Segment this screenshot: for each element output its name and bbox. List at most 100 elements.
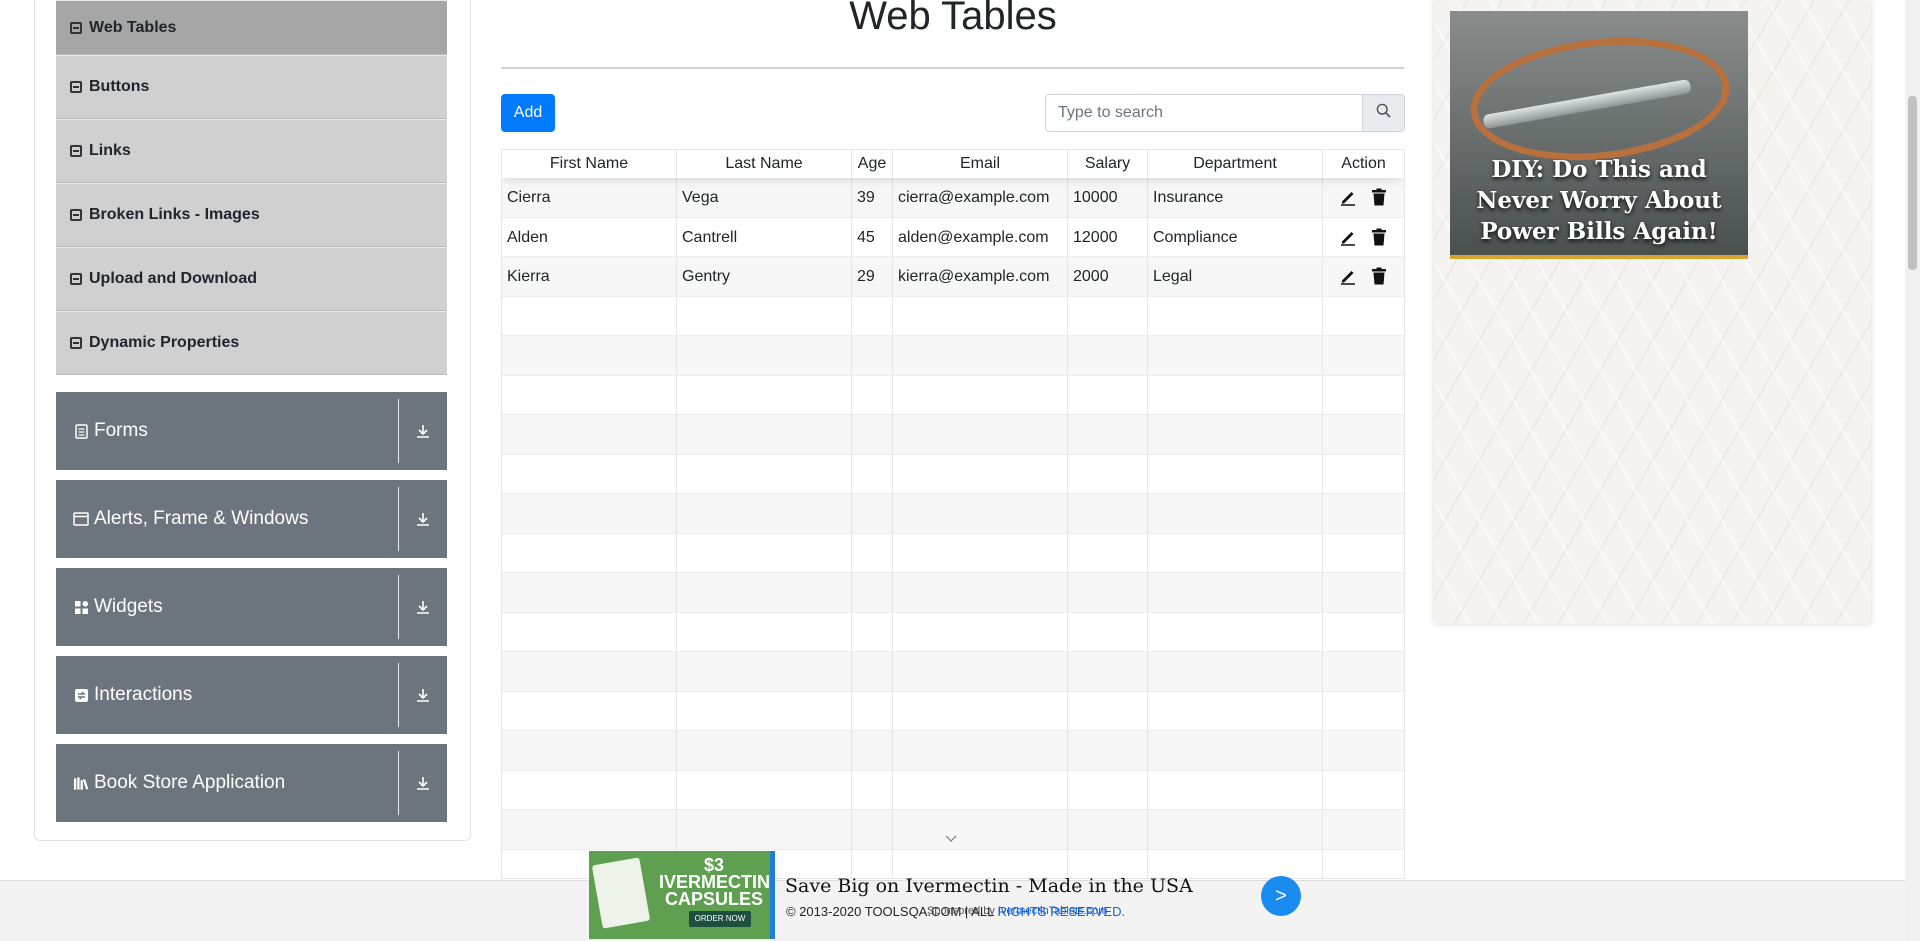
edit-icon[interactable] xyxy=(1339,188,1357,206)
column-header-salary[interactable]: Salary xyxy=(1068,150,1148,178)
search-icon xyxy=(1376,103,1391,123)
group-widgets[interactable]: Widgets xyxy=(56,568,447,646)
table-cell xyxy=(893,731,1068,770)
table-cell xyxy=(1068,296,1148,335)
download-icon[interactable] xyxy=(399,423,447,439)
table-cell: 39 xyxy=(852,178,893,217)
table-cell-action xyxy=(1323,297,1404,336)
table-cell xyxy=(1148,573,1323,612)
table-cell xyxy=(1068,573,1148,612)
table-cell xyxy=(1068,375,1148,414)
table-cell: cierra@example.com xyxy=(893,178,1068,217)
column-header-email[interactable]: Email xyxy=(893,150,1068,178)
table-cell: 12000 xyxy=(1068,217,1148,256)
table-cell xyxy=(502,691,677,730)
table-cell xyxy=(1068,770,1148,809)
ad-go-button[interactable]: > xyxy=(1261,876,1301,916)
search-button[interactable] xyxy=(1363,94,1405,132)
list-icon xyxy=(70,21,82,34)
table-cell xyxy=(677,691,852,730)
sponsor-link[interactable]: IvermectinTablets.com xyxy=(998,905,1107,917)
delete-icon[interactable] xyxy=(1371,228,1389,246)
product-box xyxy=(591,857,651,929)
table-cell: 2000 xyxy=(1068,257,1148,296)
scrollbar-thumb[interactable] xyxy=(1908,96,1917,270)
table-cell xyxy=(502,375,677,414)
empty-table-row xyxy=(502,652,1404,692)
web-table: First Name Last Name Age Email Salary De… xyxy=(501,149,1405,879)
table-cell xyxy=(502,296,677,335)
group-book-store[interactable]: Book Store Application xyxy=(56,744,447,822)
ad-image[interactable]: DIY: Do This and Never Worry About Power… xyxy=(1450,11,1748,259)
table-cell xyxy=(852,336,893,375)
table-cell-action xyxy=(1323,455,1404,494)
table-cell: Vega xyxy=(677,178,852,217)
delete-icon[interactable] xyxy=(1371,267,1389,285)
table-cell xyxy=(1068,810,1148,849)
table-cell xyxy=(852,612,893,651)
column-header-department[interactable]: Department xyxy=(1148,150,1323,178)
window-icon xyxy=(73,511,89,527)
search-input[interactable] xyxy=(1045,94,1363,132)
sidebar-item-broken-links[interactable]: Broken Links - Images xyxy=(56,183,447,247)
table-cell-action xyxy=(1323,218,1404,257)
table-cell xyxy=(852,296,893,335)
column-header-last-name[interactable]: Last Name xyxy=(677,150,852,178)
table-cell: 45 xyxy=(852,217,893,256)
ad-product-image[interactable]: $3 IVERMECTIN CAPSULES ORDER NOW xyxy=(589,851,775,939)
elements-submenu: Web Tables Buttons Links Broken Links - … xyxy=(56,0,447,375)
sidebar-item-links[interactable]: Links xyxy=(56,119,447,183)
table-cell-action xyxy=(1323,336,1404,375)
table-cell: alden@example.com xyxy=(893,217,1068,256)
column-header-age[interactable]: Age xyxy=(852,150,893,178)
table-cell xyxy=(1068,454,1148,493)
add-button[interactable]: Add xyxy=(501,94,555,132)
sidebar-item-upload-download[interactable]: Upload and Download xyxy=(56,247,447,311)
group-forms[interactable]: Forms xyxy=(56,392,447,470)
edit-icon[interactable] xyxy=(1339,267,1357,285)
list-icon xyxy=(70,209,82,221)
ad-headline[interactable]: Save Big on Ivermectin - Made in the USA xyxy=(785,875,1193,897)
table-cell xyxy=(1148,454,1323,493)
table-cell xyxy=(502,810,677,849)
table-cell xyxy=(1068,415,1148,454)
download-icon[interactable] xyxy=(399,775,447,791)
table-cell-action xyxy=(1323,850,1404,879)
table-cell-action xyxy=(1323,771,1404,810)
download-icon[interactable] xyxy=(399,599,447,615)
delete-icon[interactable] xyxy=(1371,188,1389,206)
scrollbar[interactable] xyxy=(1905,0,1920,941)
sidebar-item-label: Buttons xyxy=(89,78,150,95)
group-alerts-frame-windows[interactable]: Alerts, Frame & Windows xyxy=(56,480,447,558)
table-cell xyxy=(677,454,852,493)
sidebar-item-dynamic-properties[interactable]: Dynamic Properties xyxy=(56,311,447,375)
table-cell xyxy=(852,494,893,533)
empty-table-row xyxy=(502,612,1404,652)
table-cell-action xyxy=(1323,692,1404,731)
column-header-first-name[interactable]: First Name xyxy=(502,150,677,178)
table-cell xyxy=(852,770,893,809)
table-cell xyxy=(852,810,893,849)
download-icon[interactable] xyxy=(399,511,447,527)
table-cell xyxy=(893,573,1068,612)
table-row: Cierra Vega 39 cierra@example.com 10000 Insur… xyxy=(502,178,1404,218)
list-icon xyxy=(70,145,82,157)
table-cell xyxy=(1148,533,1323,572)
group-interactions[interactable]: Interactions xyxy=(56,656,447,734)
edit-icon[interactable] xyxy=(1339,228,1357,246)
table-cell xyxy=(677,612,852,651)
table-cell xyxy=(677,731,852,770)
table-cell xyxy=(1148,731,1323,770)
table-cell-action xyxy=(1323,494,1404,533)
table-cell xyxy=(502,336,677,375)
row-actions xyxy=(1328,218,1399,257)
sidebar-item-web-tables[interactable]: Web Tables xyxy=(56,0,447,55)
empty-table-row xyxy=(502,770,1404,810)
table-cell xyxy=(1148,296,1323,335)
table-cell xyxy=(893,652,1068,691)
download-icon[interactable] xyxy=(399,687,447,703)
sidebar-item-buttons[interactable]: Buttons xyxy=(56,55,447,119)
row-actions xyxy=(1328,257,1399,296)
table-cell xyxy=(893,612,1068,651)
table-cell xyxy=(1068,691,1148,730)
